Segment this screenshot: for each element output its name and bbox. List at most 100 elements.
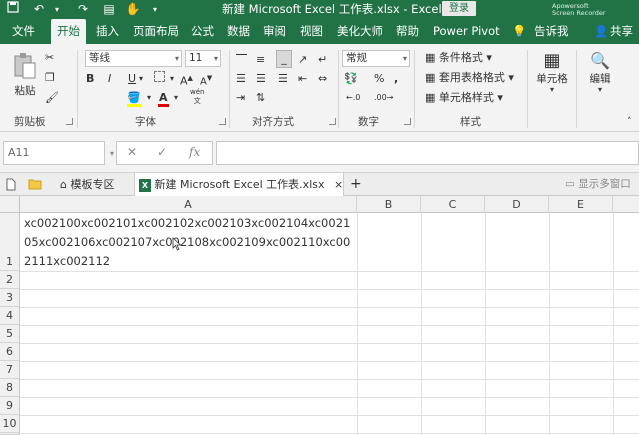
tab-page-layout[interactable]: 页面布局 [133, 19, 179, 44]
user-icon[interactable]: 👤 [594, 19, 608, 44]
row-header-5[interactable]: 5 [0, 325, 20, 343]
new-doc-icon[interactable] [6, 178, 16, 194]
tab-review[interactable]: 审阅 [263, 19, 286, 44]
underline-button[interactable]: U [128, 71, 136, 87]
close-tab-icon[interactable]: × [334, 178, 343, 191]
borders-dropdown-icon[interactable]: ▾ [170, 71, 174, 87]
undo-icon[interactable]: ↶ [30, 1, 48, 18]
underline-dropdown-icon[interactable]: ▾ [139, 71, 143, 87]
conditional-format-button[interactable]: ▦ 条件格式 ▾ [425, 50, 492, 66]
row-header-2[interactable]: 2 [0, 271, 20, 289]
increase-indent-icon[interactable]: ⇥ [236, 90, 245, 106]
insert-function-icon[interactable]: fx [189, 145, 200, 159]
select-all-corner[interactable] [0, 196, 20, 213]
name-box-dropdown-icon[interactable]: ▾ [110, 149, 114, 158]
number-format-combo[interactable]: 常规 ▾ [342, 50, 410, 67]
collapse-ribbon-icon[interactable]: ˄ [627, 114, 632, 130]
redo-icon[interactable]: ↷ [74, 1, 92, 18]
italic-button[interactable]: I [108, 71, 111, 87]
tab-help[interactable]: 帮助 [396, 19, 419, 44]
cancel-icon[interactable]: ✕ [127, 145, 137, 159]
row-header-7[interactable]: 7 [0, 361, 20, 379]
formula-input[interactable] [216, 141, 639, 165]
align-bottom-icon[interactable]: _ [276, 50, 292, 68]
comma-style-icon[interactable]: , [394, 71, 398, 87]
row-header-4[interactable]: 4 [0, 307, 20, 325]
tab-meihua[interactable]: 美化大师 [337, 19, 383, 44]
editing-button[interactable]: 🔍 编辑 ▾ [583, 50, 617, 94]
column-header-c[interactable]: C [421, 196, 485, 213]
row-header-8[interactable]: 8 [0, 379, 20, 397]
table-format-button[interactable]: ▦ 套用表格格式 ▾ [425, 70, 514, 86]
column-header-d[interactable]: D [485, 196, 549, 213]
multi-window-button[interactable]: ▭ 显示多窗口 [565, 173, 631, 196]
tab-file[interactable]: 文件 [12, 19, 35, 44]
tab-data[interactable]: 数据 [227, 19, 250, 44]
font-size-combo[interactable]: 11 ▾ [185, 50, 221, 67]
row-header-1[interactable]: 1 [0, 213, 20, 271]
tab-formulas[interactable]: 公式 [191, 19, 214, 44]
tab-insert[interactable]: 插入 [96, 19, 119, 44]
name-box[interactable]: A11 [3, 141, 105, 165]
save-icon[interactable] [4, 1, 22, 18]
align-left-icon[interactable]: ☰ [236, 71, 246, 87]
decrease-decimal-icon[interactable]: .00→ [374, 90, 393, 106]
bold-button[interactable]: B [86, 71, 94, 87]
row-header-10[interactable]: 10 [0, 415, 20, 433]
borders-icon[interactable] [154, 71, 165, 87]
alignment-launcher-icon[interactable] [329, 118, 336, 125]
paste-button[interactable]: 粘贴 [8, 52, 42, 98]
tab-view[interactable]: 视图 [300, 19, 323, 44]
font-color-icon[interactable]: A [158, 90, 169, 107]
orientation-icon[interactable]: ↗ [298, 52, 307, 68]
increase-decimal-icon[interactable]: ←.0 [346, 90, 360, 106]
align-middle-icon[interactable]: ≡ [256, 52, 265, 68]
phonetic-icon[interactable]: wén 文 [190, 88, 204, 106]
copy-icon[interactable]: ❐ [45, 70, 55, 86]
number-launcher-icon[interactable] [404, 118, 411, 125]
enter-icon[interactable]: ✓ [157, 145, 167, 159]
font-color-dropdown-icon[interactable]: ▾ [174, 90, 178, 106]
align-center-icon[interactable]: ☰ [256, 71, 266, 87]
active-document-tab[interactable]: X 新建 Microsoft Excel 工作表.xlsx × [134, 173, 344, 196]
align-right-icon[interactable]: ☰ [278, 71, 288, 87]
increase-font-icon[interactable]: A▲ [180, 70, 193, 90]
text-direction-icon[interactable]: ⇅ [256, 90, 265, 106]
merge-center-icon[interactable]: ⇔ [318, 71, 327, 87]
cells-button[interactable]: ▦ 单元格 ▾ [533, 50, 571, 94]
column-header-a[interactable]: A [20, 196, 357, 213]
spreadsheet-grid[interactable]: A B C D E 1 2 3 4 5 6 7 8 9 10 11 xc0021… [0, 196, 639, 435]
align-top-icon[interactable]: ⎺ [236, 52, 247, 68]
row-header-3[interactable]: 3 [0, 289, 20, 307]
login-button[interactable]: 登录 [442, 1, 476, 16]
row-header-6[interactable]: 6 [0, 343, 20, 361]
tell-me-search[interactable]: 告诉我 [534, 19, 569, 44]
decrease-indent-icon[interactable]: ⇤ [298, 71, 307, 87]
cell-style-button[interactable]: ▦ 单元格样式 ▾ [425, 90, 503, 106]
undo-dropdown-icon[interactable]: ▾ [48, 1, 66, 18]
font-launcher-icon[interactable] [219, 118, 226, 125]
wrap-text-icon[interactable]: ↵ [318, 52, 327, 68]
accounting-format-icon[interactable]: 💱 [344, 71, 358, 87]
fill-color-icon[interactable]: 🪣 [127, 90, 141, 107]
format-painter-icon[interactable]: 🖌 [45, 90, 59, 106]
column-header-next[interactable] [613, 196, 639, 213]
open-folder-icon[interactable] [28, 178, 42, 193]
fill-color-dropdown-icon[interactable]: ▾ [147, 90, 151, 106]
column-header-b[interactable]: B [357, 196, 421, 213]
share-button[interactable]: 共享 [610, 19, 633, 44]
template-tab[interactable]: ⌂ 模板专区 [60, 173, 114, 196]
qa-more-icon[interactable]: ▾ [146, 1, 164, 18]
row-header-9[interactable]: 9 [0, 397, 20, 415]
tab-home[interactable]: 开始 [51, 19, 86, 44]
font-name-combo[interactable]: 等线 ▾ [85, 50, 182, 67]
cell-a1[interactable]: xc002100xc002101xc002102xc002103xc002104… [21, 214, 356, 271]
percent-icon[interactable]: % [374, 71, 384, 87]
customize-qa-icon[interactable]: ▤ [100, 1, 118, 18]
cut-icon[interactable]: ✂ [45, 50, 54, 66]
add-tab-button[interactable]: + [350, 173, 362, 196]
clipboard-launcher-icon[interactable] [66, 118, 73, 125]
column-header-e[interactable]: E [549, 196, 613, 213]
tab-power-pivot[interactable]: Power Pivot [433, 19, 500, 44]
touch-mode-icon[interactable]: ✋ [124, 1, 142, 18]
